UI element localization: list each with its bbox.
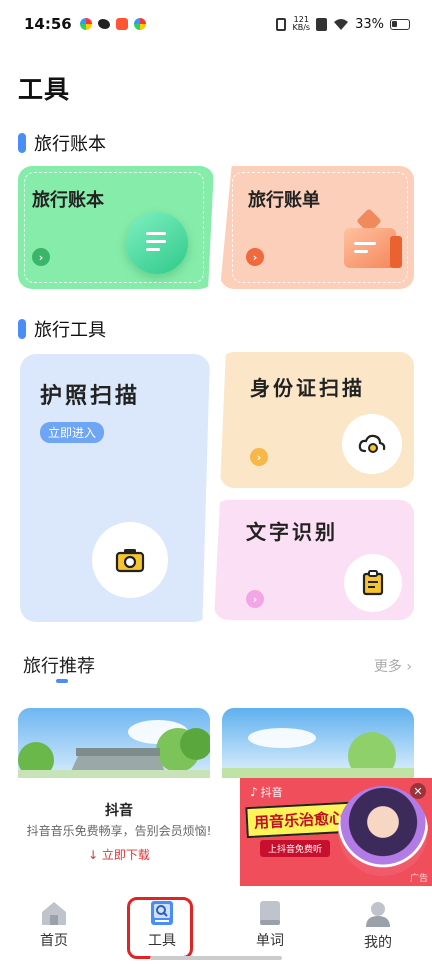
text-recognition-card[interactable]: 文字识别 › [214,500,414,620]
active-tab-highlight [127,897,193,959]
chat-bubble-icon [126,212,188,274]
ad-banner-image[interactable]: ♪ 抖音 用音乐治愈心灵 上抖音免费听 ✕ 广告 [240,778,432,886]
card-title: 旅行账单 [248,190,320,211]
recommend-title: 旅行推荐 [23,656,95,677]
net-speed-unit: KB/s [292,23,311,32]
recommend-card-image[interactable] [18,708,210,778]
id-card-scan-card[interactable]: 身份证扫描 › [220,352,414,488]
wifi-icon [334,18,349,30]
bottom-tab-bar: 首页 工具 单词 我的 [0,886,432,964]
tab-profile[interactable]: 我的 [324,886,432,964]
status-left: 14:56 [24,15,146,33]
tab-home[interactable]: 首页 [0,886,108,964]
profile-icon [366,902,390,927]
status-bar: 14:56 121 KB/s 33% [0,0,432,48]
ad-cta-button[interactable]: 上抖音免费听 [260,840,331,857]
home-icon [42,902,66,925]
home-indicator[interactable] [150,956,282,960]
section-title: 旅行工具 [34,320,106,341]
card-title: 旅行账本 [32,190,104,211]
word-book-icon [260,901,280,925]
ad-character-image [338,786,428,876]
sim-off-icon [316,17,328,31]
ad-description: 抖音音乐免费畅享，告别会员烦恼! [26,824,212,838]
ad-close-icon[interactable]: ✕ [410,783,426,799]
travel-bill-card[interactable]: 旅行账单 › [220,166,414,289]
ad-banner-text[interactable]: 抖音 抖音音乐免费畅享，告别会员烦恼! ↓ 立即下载 [0,778,238,886]
arrow-right-icon: › [246,248,264,266]
status-time: 14:56 [24,15,72,33]
section-travel-book: 旅行账本 [18,130,106,156]
ad-brand: ♪ 抖音 [250,784,283,800]
ad-cta-label: 上抖音免费听 [268,845,323,855]
tiktok-logo-icon: ♪ [250,785,258,799]
recommend-underline [56,679,68,683]
bill-folder-icon [344,208,402,270]
enter-now-label: 立即进入 [48,426,97,440]
clipboard-icon [344,554,402,612]
ad-tag: 广告 [409,874,428,884]
section-travel-tools: 旅行工具 [18,316,106,342]
section-title: 旅行账本 [34,134,106,155]
section-marker [18,319,26,339]
section-marker [18,133,26,153]
enter-now-button[interactable]: 立即进入 [40,422,105,443]
app-notification-icon [115,18,128,30]
tab-label: 首页 [40,933,68,949]
app-notification-icon [133,18,146,30]
recommend-card-image[interactable] [222,708,414,778]
app-notification-icon [79,18,92,30]
cloud-scan-icon [342,414,402,474]
ad-download-link[interactable]: ↓ 立即下载 [0,846,238,863]
arrow-right-icon: › [250,448,268,466]
ad-title: 抖音 [105,803,133,819]
card-title: 文字识别 [246,520,338,544]
card-title: 护照扫描 [40,384,141,409]
more-link[interactable]: 更多 › [374,656,412,676]
status-right: 121 KB/s 33% [276,16,410,32]
network-speed: 121 KB/s [292,16,310,32]
arrow-right-icon: › [246,590,264,608]
tab-words[interactable]: 单词 [216,886,324,964]
battery-percent: 33% [355,16,384,32]
ad-brand-label: 抖音 [260,786,283,799]
passport-scan-card[interactable]: 护照扫描 立即进入 [20,354,210,622]
page-title: 工具 [18,75,71,104]
travel-book-card[interactable]: 旅行账本 › [18,166,214,289]
camera-icon [92,522,168,598]
app-notification-icon [97,19,110,29]
card-title: 身份证扫描 [250,376,365,400]
arrow-right-icon: › [32,248,50,266]
tab-label: 我的 [364,935,392,951]
vibrate-icon [276,17,287,31]
tab-label: 单词 [256,933,284,949]
battery-icon [390,18,410,30]
